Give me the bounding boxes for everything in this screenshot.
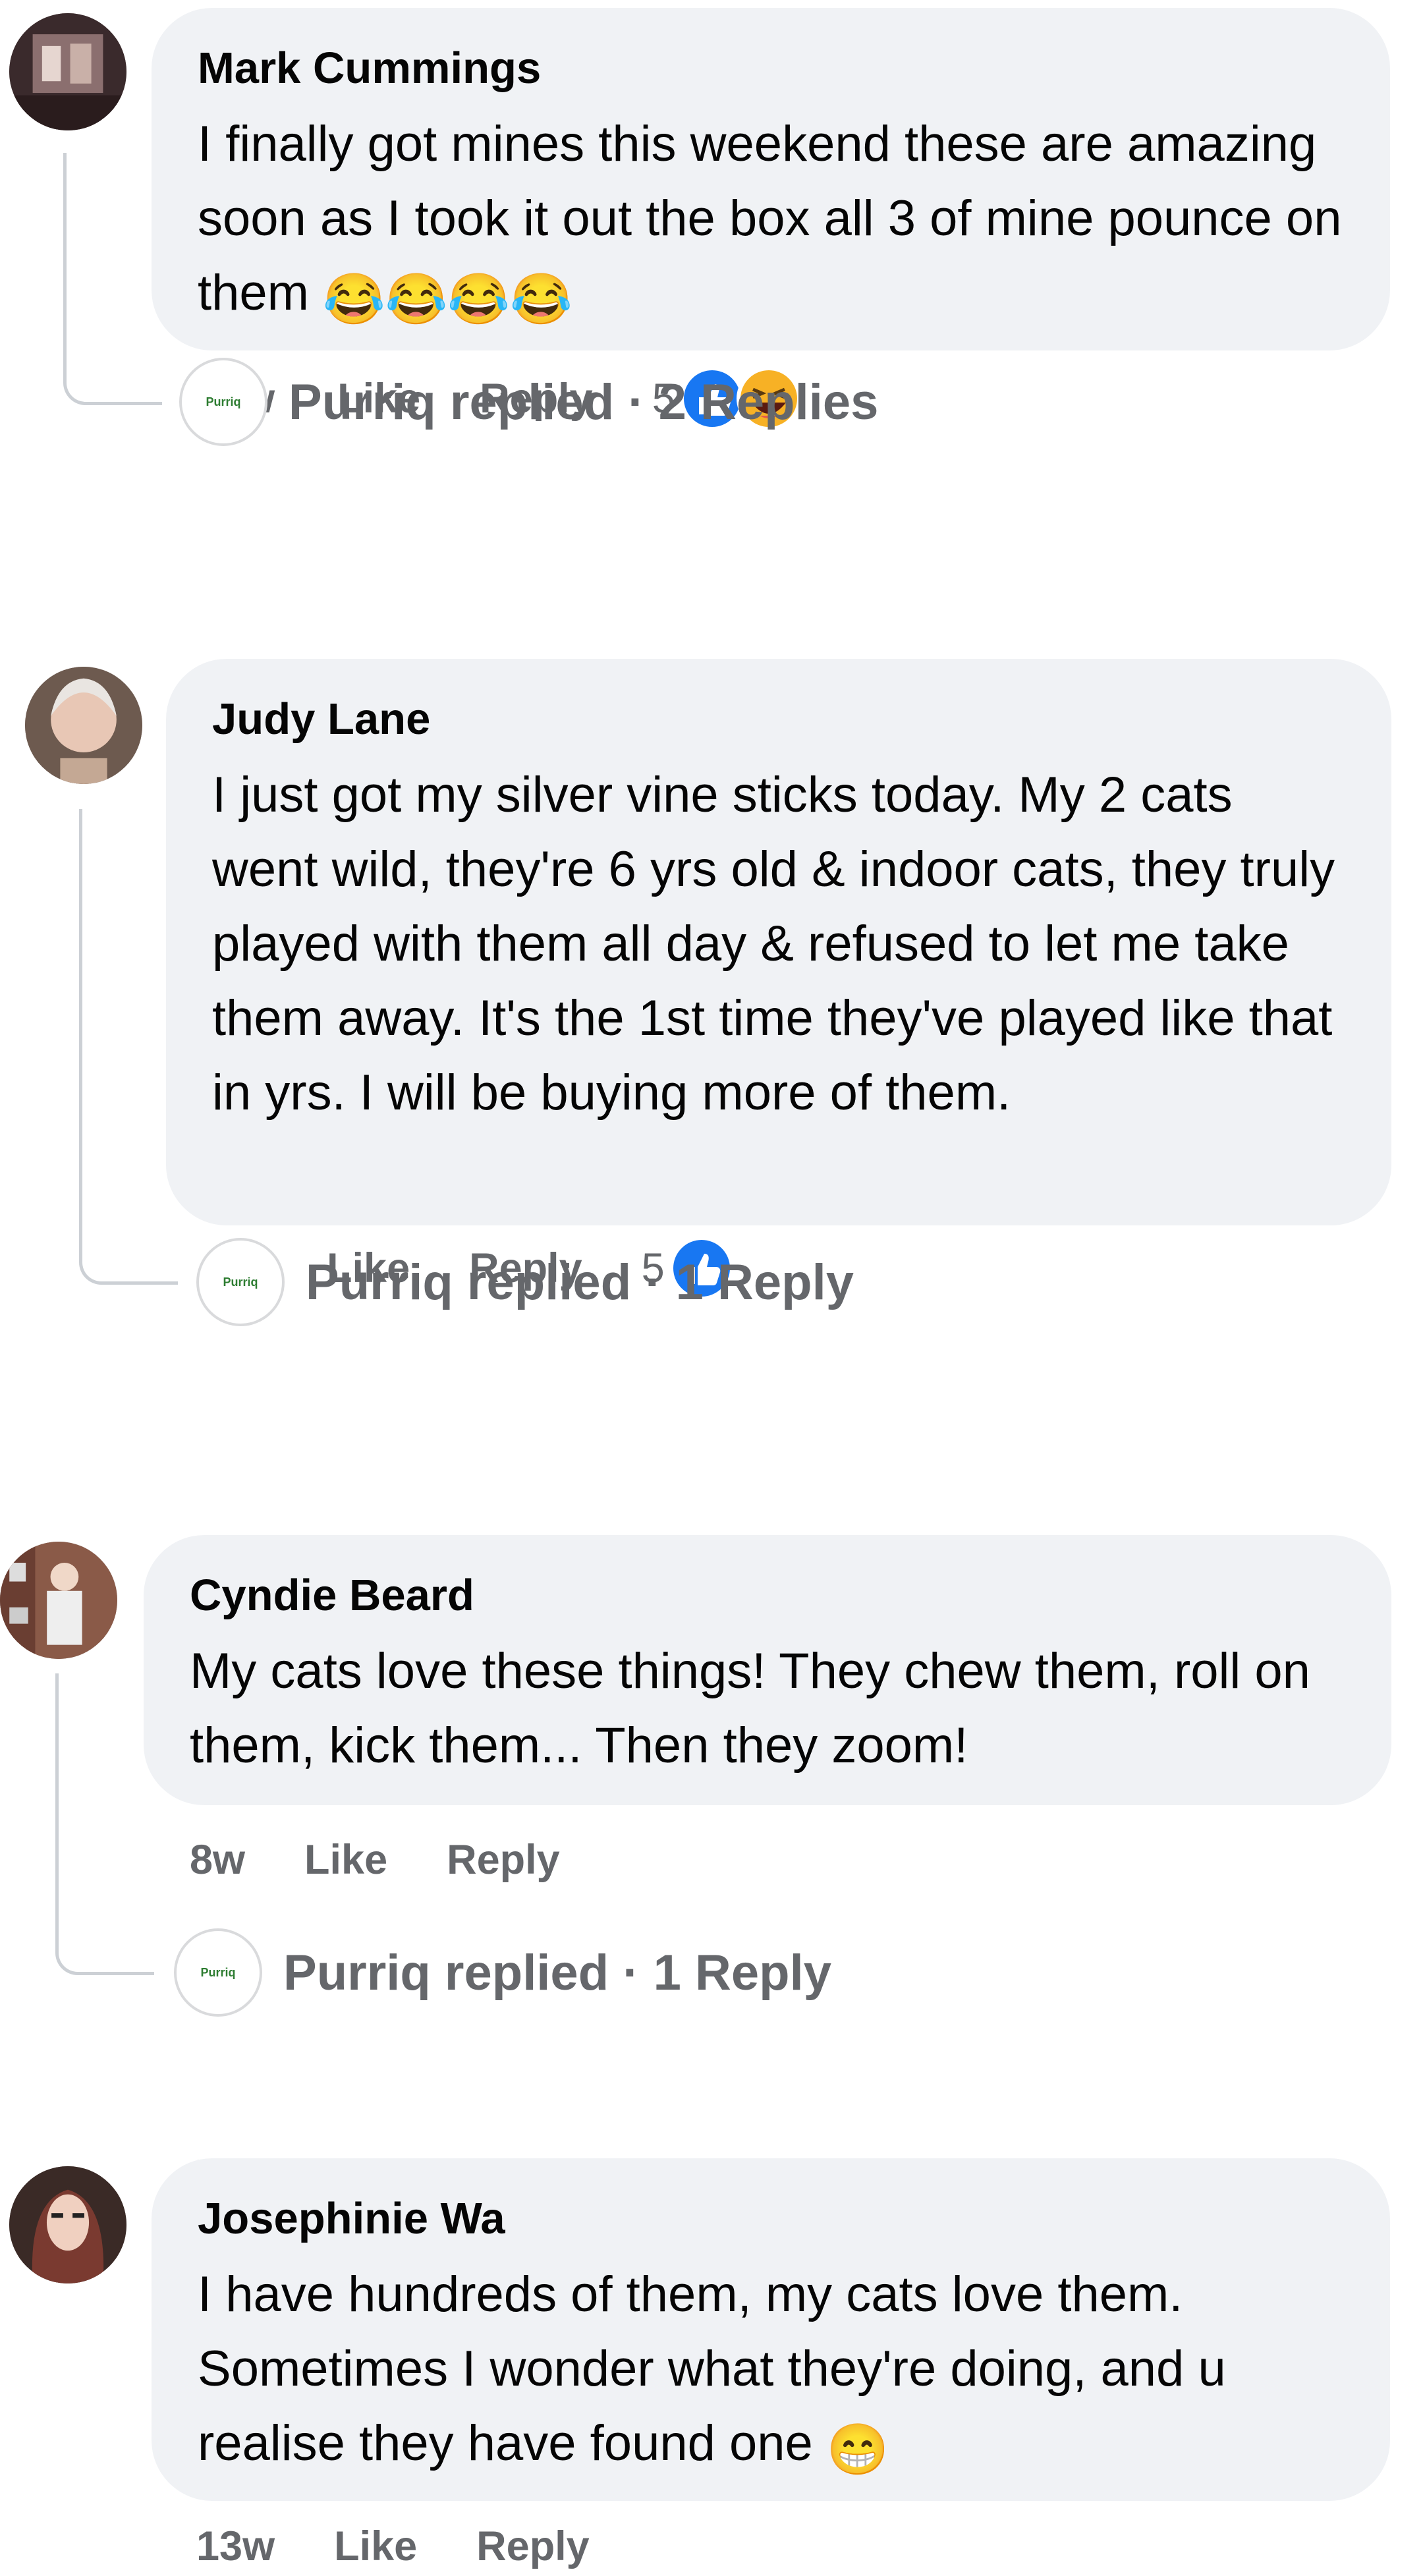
comment-author[interactable]: Josephinie Wa [198, 2193, 1344, 2245]
comment-author[interactable]: Cyndie Beard [190, 1569, 1345, 1622]
replies-text: Purriq replied · 1 Reply [306, 1254, 854, 1310]
comment-author[interactable]: Mark Cummings [198, 42, 1344, 95]
comment-actions: 8w Like Reply [190, 1830, 619, 1890]
avatar[interactable] [25, 667, 142, 784]
replies-link[interactable]: Purriq Purriq replied · 2 Replies [179, 356, 878, 448]
like-button[interactable]: Like [334, 2523, 417, 2570]
comment-time[interactable]: 8w [190, 1836, 245, 1884]
comment-bubble: Mark Cummings I finally got mines this w… [152, 8, 1390, 350]
comment-text: I finally got mines this weekend these a… [198, 107, 1344, 337]
purriq-avatar: Purriq [174, 1928, 262, 2017]
avatar[interactable] [9, 13, 126, 130]
comment-text: My cats love these things! They chew the… [190, 1643, 1310, 1774]
comment-text: I have hundreds of them, my cats love th… [198, 2257, 1344, 2487]
thread-line [79, 809, 178, 1285]
purriq-avatar: Purriq [196, 1238, 285, 1326]
comment-bubble: Judy Lane I just got my silver vine stic… [166, 659, 1391, 1225]
avatar[interactable] [0, 1542, 117, 1659]
replies-link[interactable]: Purriq Purriq replied · 1 Reply [174, 1926, 831, 2019]
purriq-avatar: Purriq [179, 358, 267, 446]
replies-link[interactable]: Purriq Purriq replied · 1 Reply [196, 1236, 854, 1328]
comment-text-body: I have hundreds of them, my cats love th… [198, 2266, 1226, 2471]
comment-bubble: Josephinie Wa I have hundreds of them, m… [152, 2158, 1390, 2501]
laughing-emoji: 😂😂😂😂 [323, 271, 572, 327]
like-button[interactable]: Like [304, 1836, 387, 1884]
comment-text: I just got my silver vine sticks today. … [212, 767, 1335, 1121]
replies-text: Purriq replied · 1 Reply [283, 1944, 831, 2001]
thread-line [63, 153, 162, 405]
comment-actions: 13w Like Reply [196, 2517, 649, 2576]
thread-line [55, 1673, 154, 1975]
reply-button[interactable]: Reply [447, 1836, 560, 1884]
comment-time[interactable]: 13w [196, 2523, 275, 2570]
grinning-emoji: 😁 [826, 2422, 889, 2478]
avatar[interactable] [9, 2166, 126, 2283]
comment-bubble: Cyndie Beard My cats love these things! … [144, 1535, 1391, 1805]
replies-text: Purriq replied · 2 Replies [289, 374, 879, 430]
reply-button[interactable]: Reply [476, 2523, 590, 2570]
comment-author[interactable]: Judy Lane [212, 693, 1345, 746]
